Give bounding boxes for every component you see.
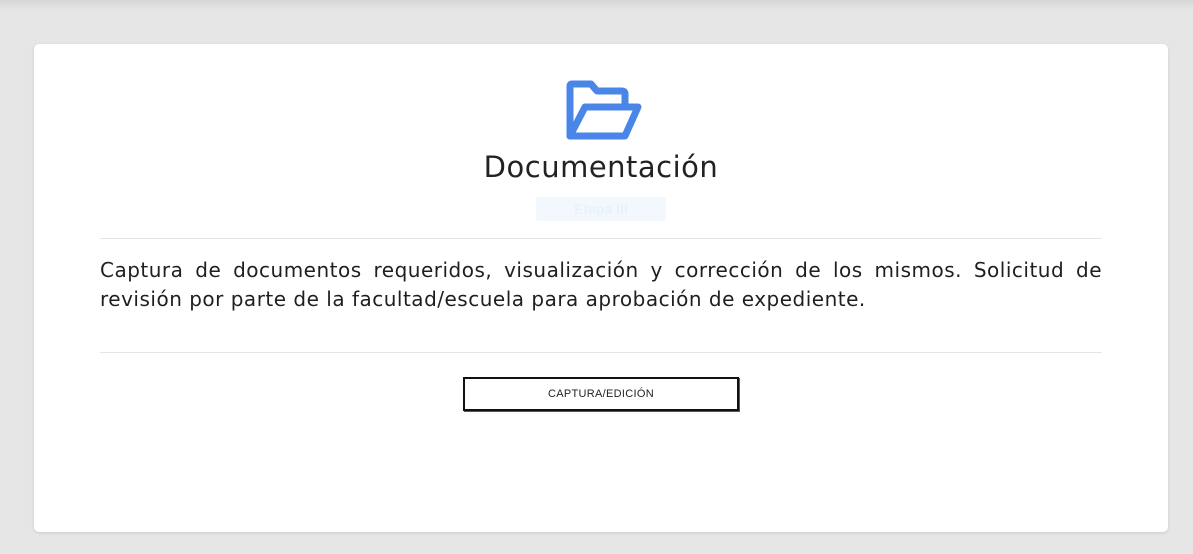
stage-badge: Etapa III: [536, 197, 666, 221]
card-description: Captura de documentos requeridos, visual…: [100, 258, 1102, 311]
top-divider: [100, 238, 1102, 239]
folder-open-icon: [563, 80, 643, 142]
card-title: Documentación: [483, 150, 719, 184]
documentation-card: Documentación Etapa III Captura de docum…: [34, 44, 1168, 532]
bottom-divider: [100, 352, 1102, 353]
capture-edit-button[interactable]: CAPTURA/EDICIÓN: [463, 377, 739, 411]
page-background: Documentación Etapa III Captura de docum…: [0, 0, 1193, 554]
